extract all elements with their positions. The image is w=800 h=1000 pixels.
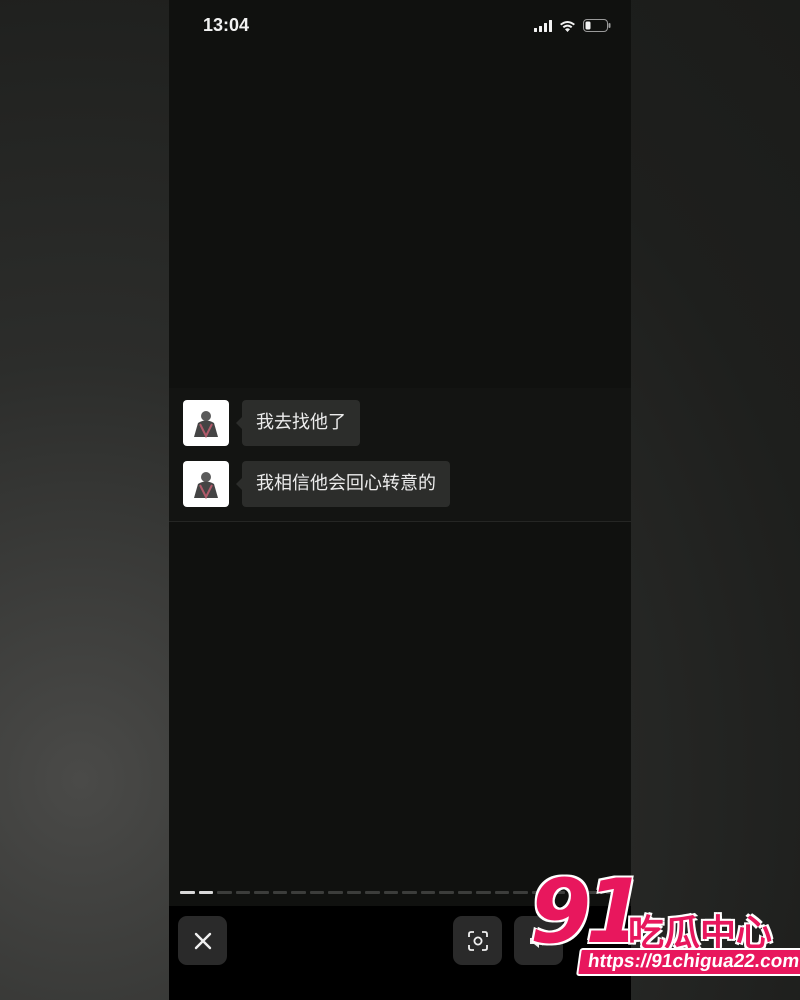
progress-segment xyxy=(217,891,232,894)
battery-icon xyxy=(583,19,611,32)
message-row: 我去找他了 xyxy=(183,400,360,446)
progress-segment xyxy=(439,891,454,894)
site-watermark: 91 吃瓜中心 https://91chigua22.com xyxy=(530,868,800,980)
progress-segment xyxy=(180,891,195,894)
progress-segment xyxy=(513,891,528,894)
progress-segment xyxy=(198,891,213,894)
avatar-icon xyxy=(194,411,218,439)
scan-button[interactable] xyxy=(453,916,502,965)
message-row: 我相信他会回心转意的 xyxy=(183,461,450,507)
chat-area: 我去找他了 我相信他会回心转意的 xyxy=(169,388,631,522)
avatar-icon xyxy=(194,472,218,500)
progress-segment xyxy=(420,891,435,894)
progress-segment xyxy=(291,891,306,894)
status-time: 13:04 xyxy=(203,15,250,35)
close-button[interactable] xyxy=(178,916,227,965)
progress-segment xyxy=(402,891,417,894)
signal-icon xyxy=(534,19,552,32)
avatar[interactable] xyxy=(183,400,229,446)
message-bubble: 我相信他会回心转意的 xyxy=(236,461,450,507)
wifi-icon xyxy=(560,20,575,32)
progress-segment xyxy=(235,891,250,894)
progress-segment xyxy=(383,891,398,894)
message-bubble: 我去找他了 xyxy=(236,400,360,446)
status-bar: 13:04 xyxy=(169,0,631,54)
progress-segment xyxy=(457,891,472,894)
progress-segment xyxy=(476,891,491,894)
progress-segment xyxy=(272,891,287,894)
avatar[interactable] xyxy=(183,461,229,507)
progress-segment xyxy=(494,891,509,894)
progress-segment xyxy=(365,891,380,894)
close-icon xyxy=(194,932,211,949)
progress-segment xyxy=(346,891,361,894)
phone-screen: 13:04 我去找他了 我相信他会回心转意的 xyxy=(169,0,631,1000)
status-icons xyxy=(534,19,611,32)
watermark-number: 91 xyxy=(530,860,646,963)
watermark-url: https://91chigua22.com xyxy=(576,948,800,976)
progress-segment xyxy=(254,891,269,894)
scan-icon xyxy=(467,930,488,951)
progress-segment xyxy=(309,891,324,894)
progress-segment xyxy=(328,891,343,894)
